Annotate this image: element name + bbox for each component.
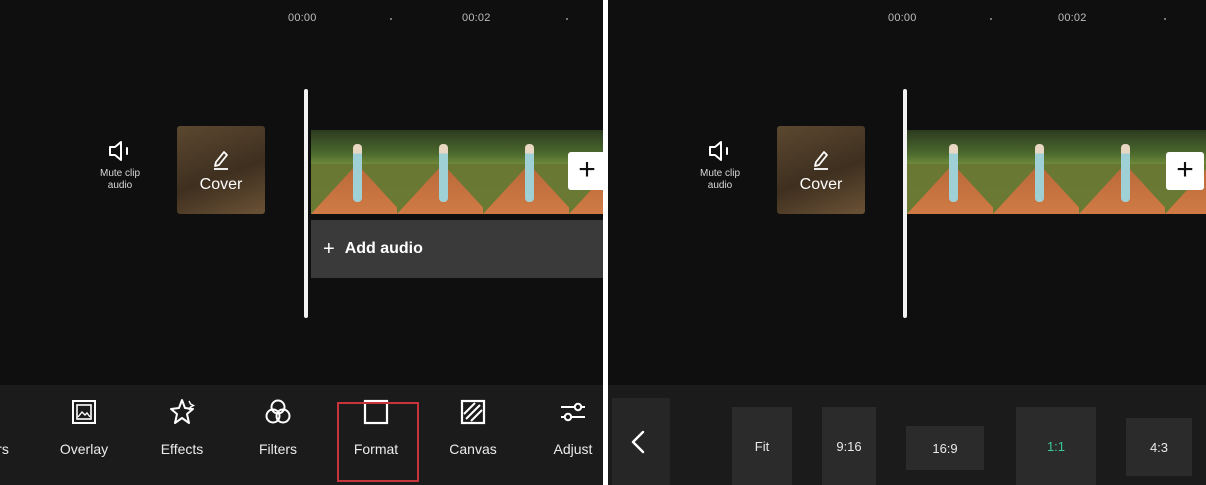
tool-label: rs <box>0 441 9 457</box>
bottom-toolbar: rs Overlay Effects Filters <box>0 385 603 485</box>
video-clip-strip[interactable] <box>907 130 1206 214</box>
editor-right-panel: 00:00 00:02 Mute clip audio Cover + Fit <box>608 0 1206 485</box>
mute-clip-audio-label: Mute clip audio <box>699 168 740 191</box>
adjust-icon <box>561 402 585 422</box>
tool-label: Overlay <box>59 441 109 457</box>
clip-thumbnail <box>993 130 1085 214</box>
tool-filters[interactable]: Filters <box>243 397 313 457</box>
timecode-2s: 00:02 <box>1058 12 1087 24</box>
cover-label: Cover <box>199 176 243 193</box>
ruler-tick <box>390 18 392 20</box>
tool-label: Effects <box>160 441 204 457</box>
add-clip-button[interactable]: + <box>568 152 603 190</box>
editor-left-panel: 00:00 00:02 Mute clip audio Cover + + Ad… <box>0 0 603 485</box>
ratio-label: 16:9 <box>932 440 958 456</box>
video-clip-strip[interactable] <box>311 130 603 214</box>
clip-thumbnail <box>907 130 999 214</box>
playhead[interactable] <box>304 89 308 318</box>
mute-clip-audio-label: Mute clip audio <box>99 168 140 191</box>
mute-clip-audio-button[interactable]: Mute clip audio <box>680 140 760 192</box>
plus-icon: + <box>323 237 335 260</box>
ratio-4-3-option[interactable]: 4:3 <box>1126 418 1192 476</box>
tool-partial[interactable]: rs <box>0 397 38 457</box>
clip-thumbnail <box>483 130 575 214</box>
ruler-tick <box>990 18 992 20</box>
ratio-fit-option[interactable]: Fit <box>732 407 792 485</box>
add-audio-label: Add audio <box>344 240 423 257</box>
cover-button[interactable]: Cover <box>177 126 265 214</box>
canvas-icon <box>460 399 486 425</box>
chevron-left-icon <box>631 430 645 454</box>
mute-clip-audio-button[interactable]: Mute clip audio <box>80 140 160 192</box>
pencil-icon <box>814 151 828 170</box>
tool-label: Adjust <box>553 441 593 457</box>
pencil-icon <box>214 151 228 170</box>
plus-icon: + <box>1176 153 1194 186</box>
ruler-tick <box>1164 18 1166 20</box>
ratio-label: 9:16 <box>836 438 862 454</box>
speaker-icon <box>709 141 728 161</box>
clip-thumbnail <box>397 130 489 214</box>
clip-thumbnail <box>311 130 403 214</box>
tool-label: Canvas <box>449 441 497 457</box>
add-audio-button[interactable]: + Add audio <box>311 220 603 278</box>
tool-effects[interactable]: Effects <box>147 397 217 457</box>
timeline-ruler: 00:00 00:02 <box>0 0 603 30</box>
cover-button[interactable]: Cover <box>777 126 865 214</box>
tool-canvas[interactable]: Canvas <box>438 397 508 457</box>
ratio-label: 1:1 <box>1046 438 1066 454</box>
timecode-2s: 00:02 <box>462 12 491 24</box>
overlay-icon <box>72 400 96 424</box>
plus-icon: + <box>578 153 596 186</box>
clip-thumbnail <box>1079 130 1171 214</box>
tool-overlay[interactable]: Overlay <box>49 397 119 457</box>
cover-label: Cover <box>799 176 843 193</box>
speaker-icon <box>109 141 128 161</box>
tool-adjust[interactable]: Adjust <box>538 397 603 457</box>
ratio-1-1-option[interactable]: 1:1 <box>1016 407 1096 485</box>
format-highlight-box <box>337 402 419 482</box>
tool-label: Filters <box>258 441 298 457</box>
back-button[interactable] <box>612 398 670 485</box>
ratio-label: Fit <box>754 438 770 454</box>
timeline-ruler: 00:00 00:02 <box>608 0 1206 30</box>
ratio-label: 4:3 <box>1149 439 1169 455</box>
timecode-start: 00:00 <box>288 12 317 24</box>
effects-icon <box>170 399 196 424</box>
add-clip-button[interactable]: + <box>1166 152 1204 190</box>
ruler-tick <box>566 18 568 20</box>
ratio-9-16-option[interactable]: 9:16 <box>822 407 876 485</box>
filters-icon <box>265 399 291 424</box>
ratio-16-9-option[interactable]: 16:9 <box>906 426 984 470</box>
timecode-start: 00:00 <box>888 12 917 24</box>
